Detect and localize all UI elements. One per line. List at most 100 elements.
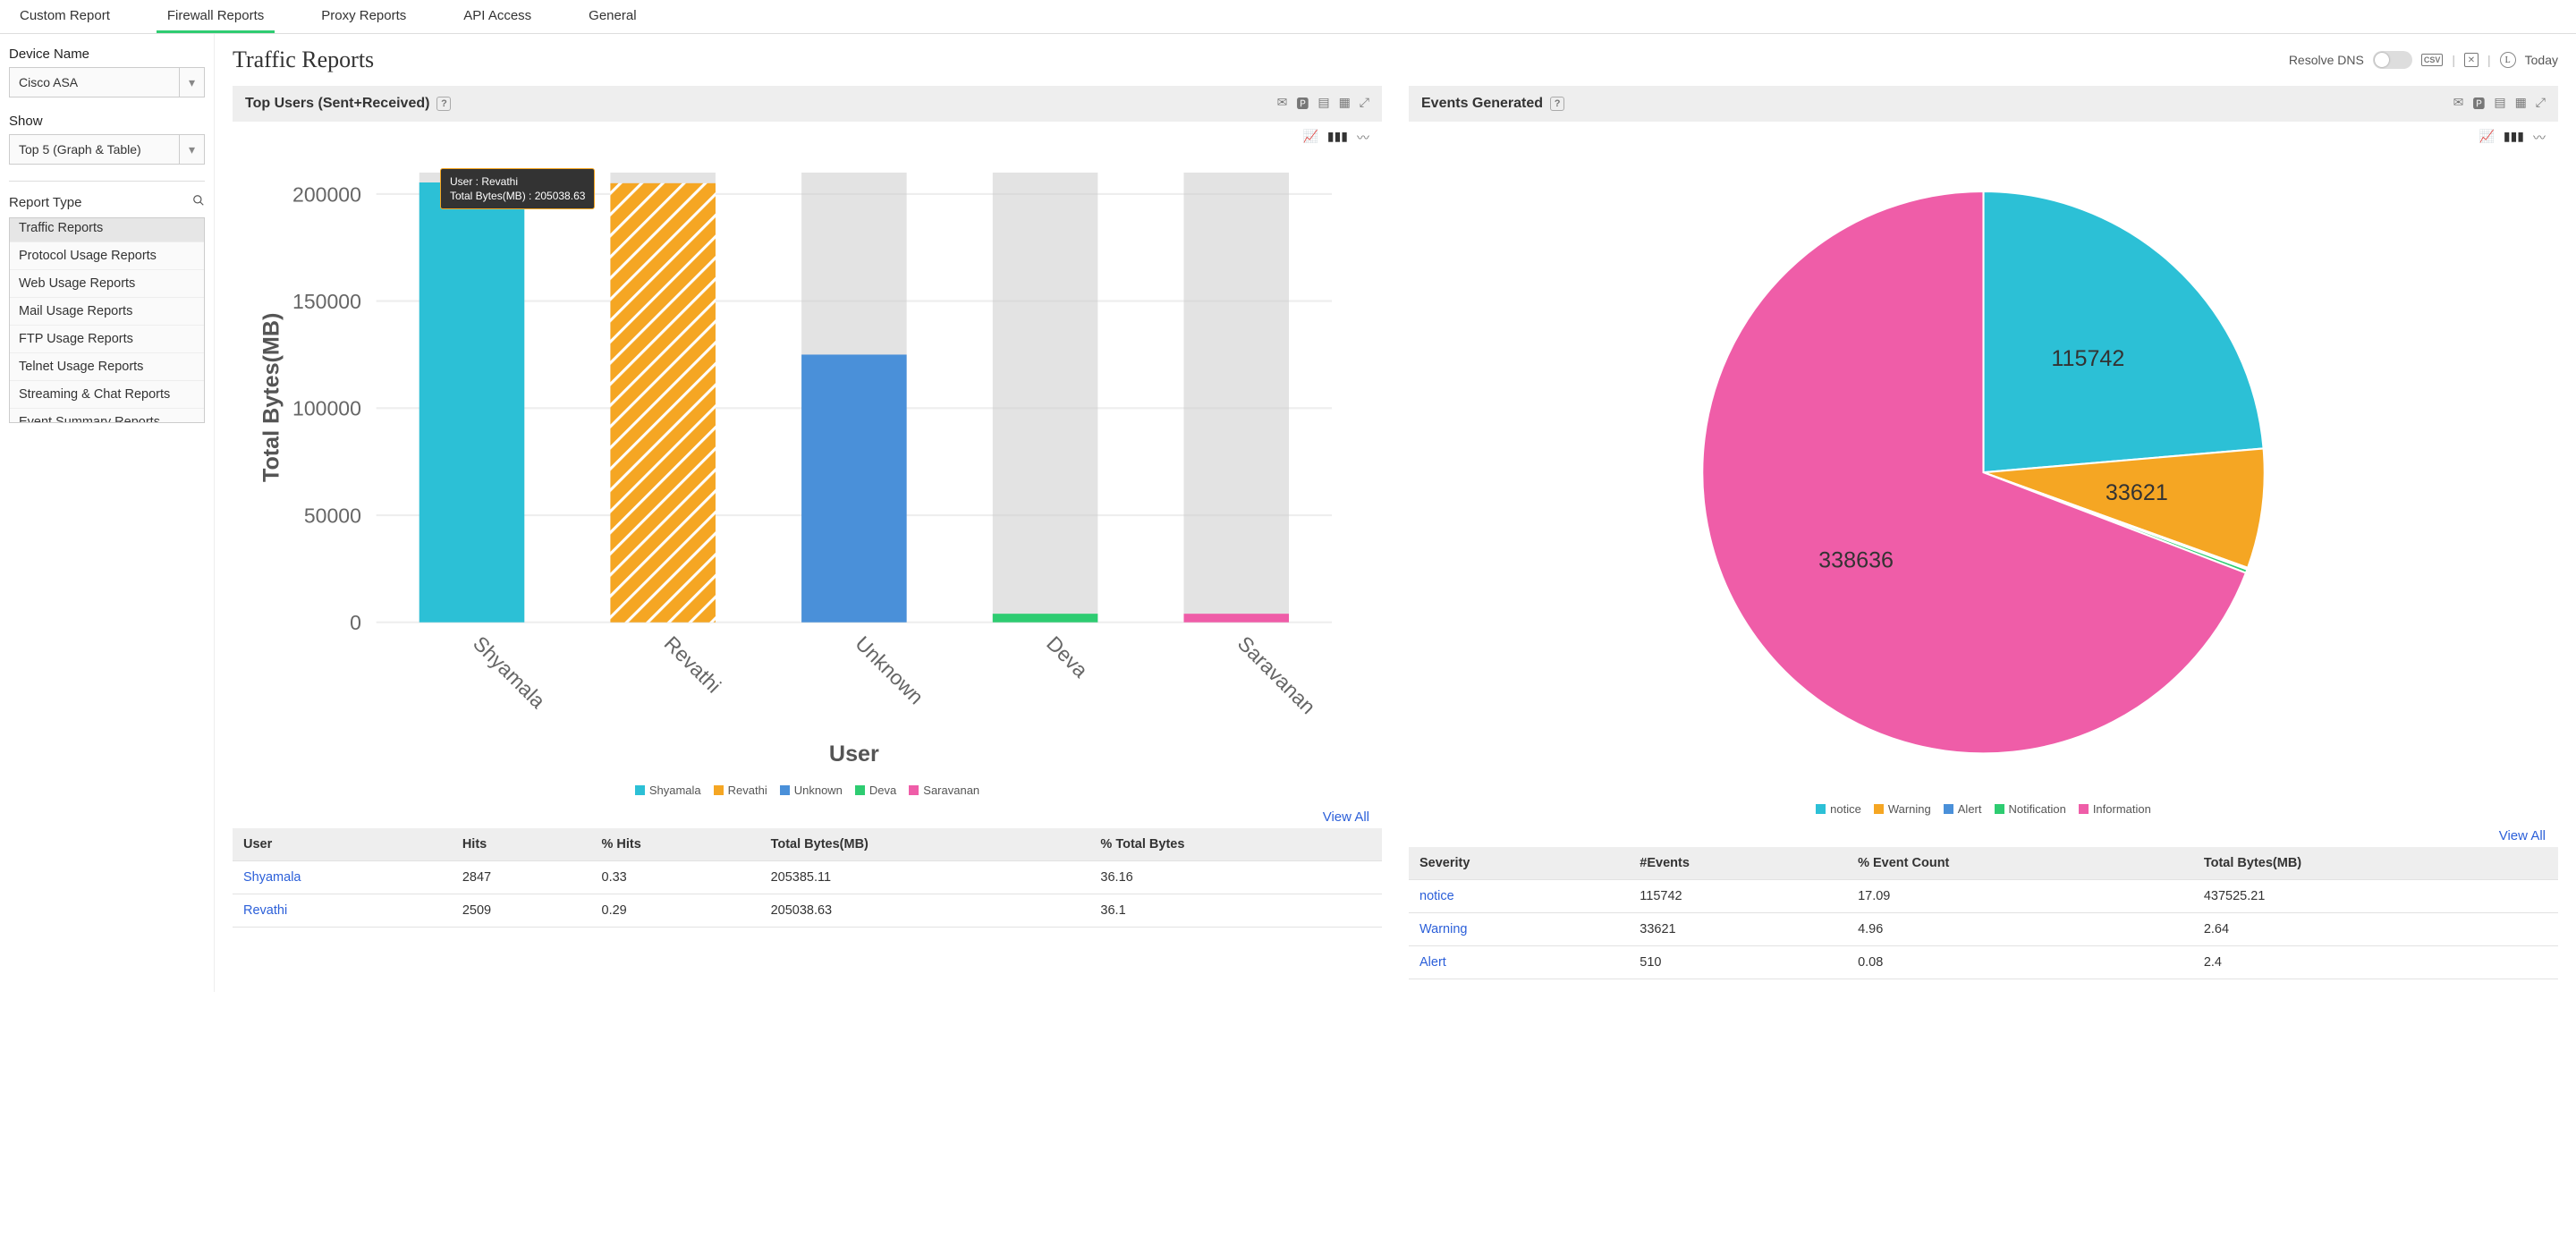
report-item[interactable]: Streaming & Chat Reports [10,381,204,409]
panel-events: Events Generated ? ✉ 🅿 ▤ ▦ ⤢ 📈 ▮▮▮ 〰 [1409,86,2558,979]
legend-item[interactable]: Shyamala [635,784,701,797]
resolve-dns-label: Resolve DNS [2289,53,2364,67]
row-link[interactable]: notice [1419,889,1454,903]
legend-item[interactable]: Warning [1874,802,1931,816]
doc-icon[interactable]: ▤ [1318,95,1329,113]
table-header: Total Bytes(MB) [760,828,1090,861]
search-icon[interactable] [192,194,205,210]
panel-title: Top Users (Sent+Received) [245,96,429,112]
tab-firewall-reports[interactable]: Firewall Reports [157,0,275,33]
table-header: User [233,828,452,861]
area-chart-icon[interactable]: 📈 [2479,129,2494,147]
table-header: % Event Count [1847,847,2193,880]
table-cell: Shyamala [233,861,452,894]
mail-icon[interactable]: ✉ [1277,95,1288,113]
show-select[interactable]: Top 5 (Graph & Table) ▾ [9,134,205,165]
bar-chart: 050000100000150000200000Total Bytes(MB)S… [233,154,1382,775]
legend-item[interactable]: Deva [855,784,896,797]
device-select-value: Cisco ASA [19,75,78,89]
svg-text:115742: 115742 [2051,346,2124,371]
report-type-label: Report Type [9,195,81,210]
svg-text:Revathi: Revathi [660,631,726,698]
legend-item[interactable]: Notification [1995,802,2066,816]
svg-text:150000: 150000 [292,290,361,313]
expand-icon[interactable]: ⤢ [2536,95,2546,113]
report-item[interactable]: Traffic Reports [10,218,204,242]
report-item[interactable]: Mail Usage Reports [10,298,204,326]
svg-text:User: User [829,741,879,767]
row-link[interactable]: Alert [1419,955,1446,970]
area-chart-icon[interactable]: 📈 [1302,129,1318,147]
top-tabs: Custom Report Firewall Reports Proxy Repor… [0,0,2576,34]
legend-item[interactable]: Revathi [714,784,767,797]
show-select-value: Top 5 (Graph & Table) [19,142,141,157]
legend-item[interactable]: Unknown [780,784,843,797]
legend-item[interactable]: Saravanan [909,784,979,797]
report-item[interactable]: Telnet Usage Reports [10,353,204,381]
today-label[interactable]: Today [2525,53,2558,67]
csv-icon[interactable]: CSV [2421,54,2444,66]
xls-icon[interactable]: ▦ [1339,95,1351,113]
legend-item[interactable]: Alert [1944,802,1982,816]
row-link[interactable]: Revathi [243,903,287,918]
export-x-icon[interactable]: ✕ [2464,53,2479,67]
view-all-link[interactable]: View All [2499,828,2546,843]
divider: | [2487,53,2491,67]
mail-icon[interactable]: ✉ [2453,95,2464,113]
legend-item[interactable]: notice [1816,802,1861,816]
bar-chart-icon[interactable]: ▮▮▮ [1327,129,1348,147]
table-cell: 0.08 [1847,946,2193,979]
clock-icon[interactable]: L [2500,52,2516,68]
legend-item[interactable]: Information [2079,802,2151,816]
tab-api-access[interactable]: API Access [453,0,542,33]
view-all-link[interactable]: View All [1323,809,1369,825]
sidebar: Device Name Cisco ASA ▾ Show Top 5 (Grap… [0,34,215,992]
table-cell: 205385.11 [760,861,1090,894]
table-cell: Warning [1409,913,1629,946]
pdf-icon[interactable]: 🅿 [2472,95,2485,113]
line-chart-icon[interactable]: 〰 [2533,129,2546,147]
pdf-icon[interactable]: 🅿 [1296,95,1309,113]
table-row: notice11574217.09437525.21 [1409,880,2558,913]
table-header: % Hits [591,828,760,861]
xls-icon[interactable]: ▦ [2515,95,2527,113]
svg-text:Shyamala: Shyamala [469,631,550,713]
report-item[interactable]: FTP Usage Reports [10,326,204,353]
divider [9,181,205,182]
divider: | [2452,53,2455,67]
main-content: Traffic Reports Resolve DNS CSV | ✕ | L … [215,34,2576,992]
table-cell: 17.09 [1847,880,2193,913]
tab-general[interactable]: General [578,0,647,33]
chevron-down-icon: ▾ [179,68,204,97]
expand-icon[interactable]: ⤢ [1360,95,1369,113]
line-chart-icon[interactable]: 〰 [1357,129,1369,147]
row-link[interactable]: Warning [1419,922,1467,936]
bar-chart-icon[interactable]: ▮▮▮ [2504,129,2524,147]
doc-icon[interactable]: ▤ [2494,95,2505,113]
svg-text:200000: 200000 [292,182,361,206]
svg-text:Unknown: Unknown [851,631,928,708]
table-row: Alert5100.082.4 [1409,946,2558,979]
device-select[interactable]: Cisco ASA ▾ [9,67,205,97]
svg-text:100000: 100000 [292,397,361,420]
chart-tooltip: User : Revathi Total Bytes(MB) : 205038.… [440,168,595,209]
report-item[interactable]: Web Usage Reports [10,270,204,298]
help-icon[interactable]: ? [1550,97,1564,111]
report-item[interactable]: Event Summary Reports [10,409,204,423]
row-link[interactable]: Shyamala [243,870,301,885]
table-cell: 2.4 [2193,946,2558,979]
table-cell: 36.1 [1089,894,1382,928]
resolve-dns-toggle[interactable] [2373,51,2412,69]
tab-proxy-reports[interactable]: Proxy Reports [310,0,417,33]
table-header: Hits [452,828,591,861]
top-controls: Resolve DNS CSV | ✕ | L Today [2289,51,2558,69]
tab-custom-report[interactable]: Custom Report [9,0,121,33]
report-item[interactable]: Protocol Usage Reports [10,242,204,270]
table-header: Severity [1409,847,1629,880]
show-label: Show [9,114,205,129]
table-cell: 437525.21 [2193,880,2558,913]
table-cell: 4.96 [1847,913,2193,946]
help-icon[interactable]: ? [436,97,451,111]
table-row: Revathi25090.29205038.6336.1 [233,894,1382,928]
page-title: Traffic Reports [233,47,374,73]
